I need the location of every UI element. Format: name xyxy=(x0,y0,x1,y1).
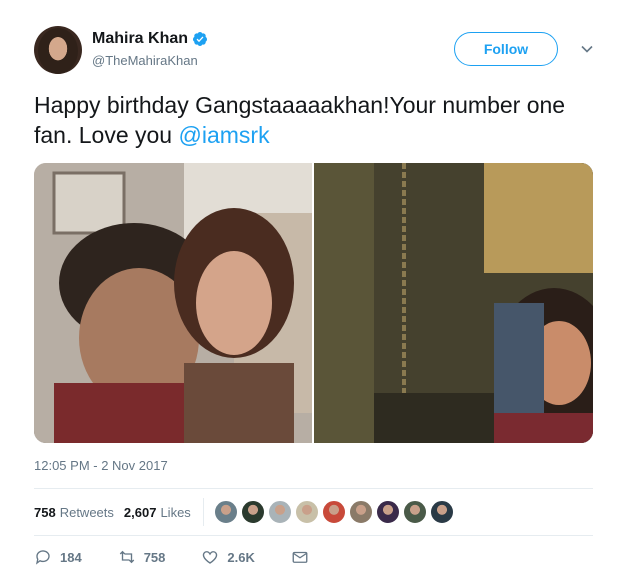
liker-avatar[interactable] xyxy=(240,500,265,524)
likes-stat[interactable]: 2,607 Likes xyxy=(124,505,191,520)
author-name-row[interactable]: Mahira Khan xyxy=(92,30,208,48)
chevron-down-icon[interactable] xyxy=(580,42,594,56)
photo-right[interactable] xyxy=(314,163,593,443)
heart-icon xyxy=(203,551,218,564)
liker-avatar[interactable] xyxy=(267,500,292,524)
divider-top xyxy=(34,488,593,489)
retweets-stat[interactable]: 758 Retweets xyxy=(34,505,114,520)
liker-avatar[interactable] xyxy=(375,500,400,524)
retweets-label: Retweets xyxy=(59,504,114,520)
liker-avatar[interactable] xyxy=(294,500,319,524)
tweet-header: Mahira Khan @TheMahiraKhan Follow xyxy=(34,26,604,76)
photo-left[interactable] xyxy=(34,163,312,443)
direct-message-button[interactable] xyxy=(291,548,309,566)
envelope-icon xyxy=(292,551,308,563)
liker-avatar[interactable] xyxy=(213,500,238,524)
tweet-actions: 184 758 2.6K xyxy=(34,548,345,566)
retweet-button[interactable]: 758 xyxy=(118,548,166,566)
tweet-timestamp[interactable]: 12:05 PM - 2 Nov 2017 xyxy=(34,458,168,473)
author-handle[interactable]: @TheMahiraKhan xyxy=(92,53,208,68)
author-info[interactable]: Mahira Khan @TheMahiraKhan xyxy=(92,30,208,68)
photo-right-illustration xyxy=(314,163,593,443)
retweet-icon xyxy=(119,550,134,564)
reply-count: 184 xyxy=(60,549,82,565)
liker-avatar[interactable] xyxy=(402,500,427,524)
like-button[interactable]: 2.6K xyxy=(201,548,255,566)
follow-button[interactable]: Follow xyxy=(454,32,558,66)
mention-link[interactable]: @iamsrk xyxy=(179,122,270,148)
reply-icon xyxy=(35,550,50,565)
tweet-text: Happy birthday Gangstaaaaakhan!Your numb… xyxy=(34,90,594,150)
liker-avatar[interactable] xyxy=(321,500,346,524)
liker-avatar[interactable] xyxy=(348,500,373,524)
likes-count: 2,607 xyxy=(123,504,157,520)
tweet-body: Happy birthday Gangstaaaaakhan!Your numb… xyxy=(34,92,566,148)
like-count: 2.6K xyxy=(227,549,255,565)
likers-list xyxy=(213,500,454,524)
author-display-name[interactable]: Mahira Khan xyxy=(92,30,188,48)
avatar-photo xyxy=(38,28,78,74)
tweet-media xyxy=(34,163,593,443)
tweet-stats: 758 Retweets 2,607 Likes xyxy=(34,498,454,526)
likes-label: Likes xyxy=(160,504,191,520)
retweet-count: 758 xyxy=(143,549,166,565)
divider-bottom xyxy=(34,535,593,536)
retweets-count: 758 xyxy=(34,504,56,520)
liker-avatar[interactable] xyxy=(429,500,454,524)
reply-button[interactable]: 184 xyxy=(34,548,82,566)
verified-badge-icon xyxy=(193,32,208,46)
stats-separator xyxy=(202,498,204,526)
photo-left-illustration xyxy=(34,163,312,443)
avatar[interactable] xyxy=(34,26,82,74)
